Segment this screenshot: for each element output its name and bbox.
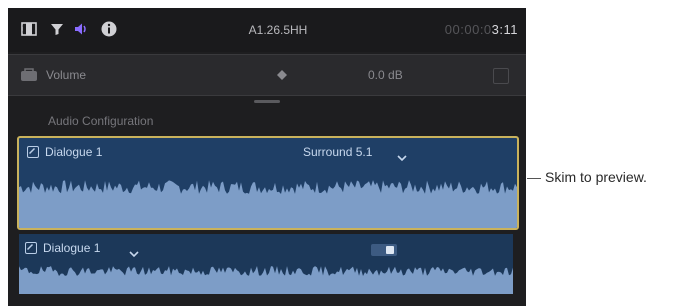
clip-timecode: 00:00:03:11 [445, 22, 518, 37]
audio-inspector-panel: A1.26.5HH 00:00:03:11 Volume 0.0 dB Audi… [8, 8, 526, 306]
timecode-dim-part: 00:00:0 [444, 22, 492, 37]
lane-1-checkbox[interactable] [27, 146, 39, 158]
lane-2-checkbox[interactable] [25, 242, 37, 254]
lane-1-channel-config[interactable]: Surround 5.1 [303, 145, 372, 159]
volume-row[interactable]: Volume 0.0 dB [8, 54, 526, 96]
film-strip-icon[interactable] [20, 20, 38, 38]
lane-1-waveform [19, 180, 517, 228]
lane-2-waveform [19, 266, 513, 294]
volume-value[interactable]: 0.0 dB [368, 68, 403, 82]
inspector-toolbar: A1.26.5HH 00:00:03:11 [8, 8, 526, 52]
clip-title: A1.26.5HH [248, 23, 308, 37]
chevron-down-icon[interactable] [397, 149, 407, 162]
volume-menu-box[interactable] [493, 68, 509, 84]
volume-label: Volume [46, 68, 87, 82]
info-icon[interactable] [100, 20, 118, 38]
lane-2-toggle[interactable] [371, 244, 397, 256]
volume-icon [20, 67, 38, 83]
audio-lane-2[interactable]: Dialogue 1 [19, 234, 513, 294]
audio-lane-1[interactable]: Dialogue 1 Surround 5.1 [17, 136, 519, 230]
skim-callout: Skim to preview. [545, 169, 647, 185]
chevron-down-icon[interactable] [129, 245, 139, 258]
resize-handle[interactable] [254, 100, 280, 103]
timecode-value: 3:11 [491, 22, 518, 37]
lane-2-name: Dialogue 1 [43, 241, 101, 255]
keyframe-icon[interactable] [276, 68, 288, 80]
callout-line [527, 178, 541, 179]
lane-1-name: Dialogue 1 [45, 145, 103, 159]
audio-speaker-icon[interactable] [72, 20, 90, 38]
filter-funnel-icon[interactable] [48, 20, 66, 38]
audio-configuration-heading: Audio Configuration [48, 114, 154, 128]
